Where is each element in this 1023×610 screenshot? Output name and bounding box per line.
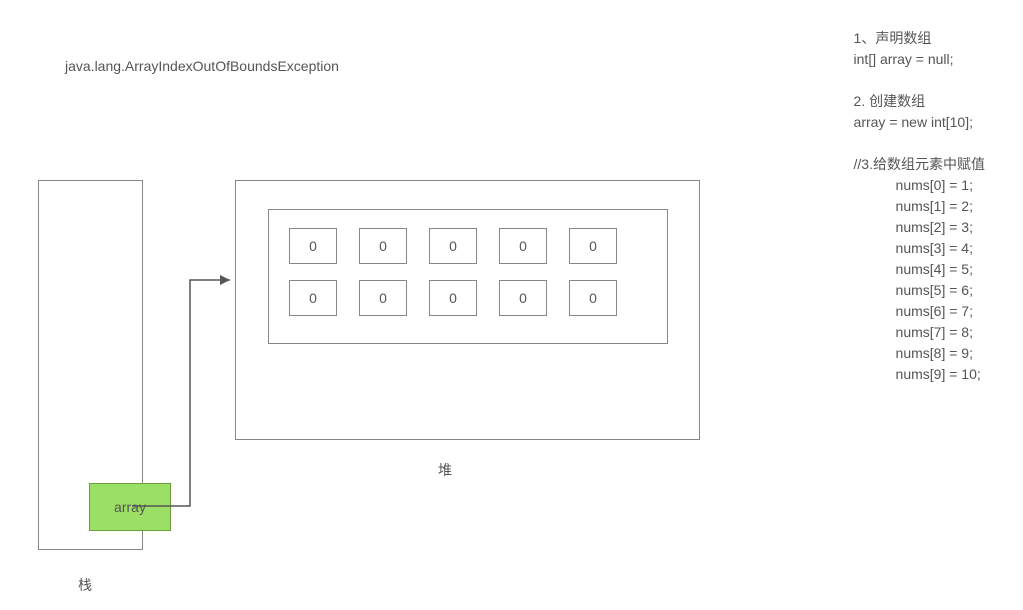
array-cell: 0 xyxy=(569,228,617,264)
array-cell: 0 xyxy=(569,280,617,316)
code-assignment: nums[2] = 3; xyxy=(896,217,985,238)
code-assignment: nums[3] = 4; xyxy=(896,238,985,259)
stack-caption: 栈 xyxy=(78,575,92,595)
code-assignment: nums[5] = 6; xyxy=(896,280,985,301)
array-cell: 0 xyxy=(359,228,407,264)
code-assignment: nums[9] = 10; xyxy=(896,364,985,385)
array-cell: 0 xyxy=(429,280,477,316)
code-section2-title: 2. 创建数组 xyxy=(854,91,985,112)
code-section1-title: 1、声明数组 xyxy=(854,28,985,49)
code-assignment: nums[4] = 5; xyxy=(896,259,985,280)
code-assignment: nums[0] = 1; xyxy=(896,175,985,196)
array-cell: 0 xyxy=(499,280,547,316)
code-section2-line: array = new int[10]; xyxy=(854,112,985,133)
code-section1-line: int[] array = null; xyxy=(854,49,985,70)
heap-container: 0 0 0 0 0 0 0 0 0 0 xyxy=(235,180,700,440)
exception-title: java.lang.ArrayIndexOutOfBoundsException xyxy=(65,58,339,74)
code-assignment: nums[1] = 2; xyxy=(896,196,985,217)
code-block: 1、声明数组 int[] array = null; 2. 创建数组 array… xyxy=(854,28,985,385)
array-memory-block: 0 0 0 0 0 0 0 0 0 0 xyxy=(268,209,668,344)
array-cell: 0 xyxy=(289,228,337,264)
code-assignment: nums[7] = 8; xyxy=(896,322,985,343)
code-assignment: nums[8] = 9; xyxy=(896,343,985,364)
array-cell: 0 xyxy=(289,280,337,316)
pointer-arrow xyxy=(130,270,240,510)
code-section3-title: //3.给数组元素中赋值 xyxy=(854,154,985,175)
code-assignment: nums[6] = 7; xyxy=(896,301,985,322)
cell-row-1: 0 0 0 0 0 xyxy=(289,228,647,264)
cell-row-2: 0 0 0 0 0 xyxy=(289,280,647,316)
heap-caption: 堆 xyxy=(438,460,452,480)
array-cell: 0 xyxy=(429,228,477,264)
stack-container: array xyxy=(38,180,143,550)
array-cell: 0 xyxy=(359,280,407,316)
array-cell: 0 xyxy=(499,228,547,264)
